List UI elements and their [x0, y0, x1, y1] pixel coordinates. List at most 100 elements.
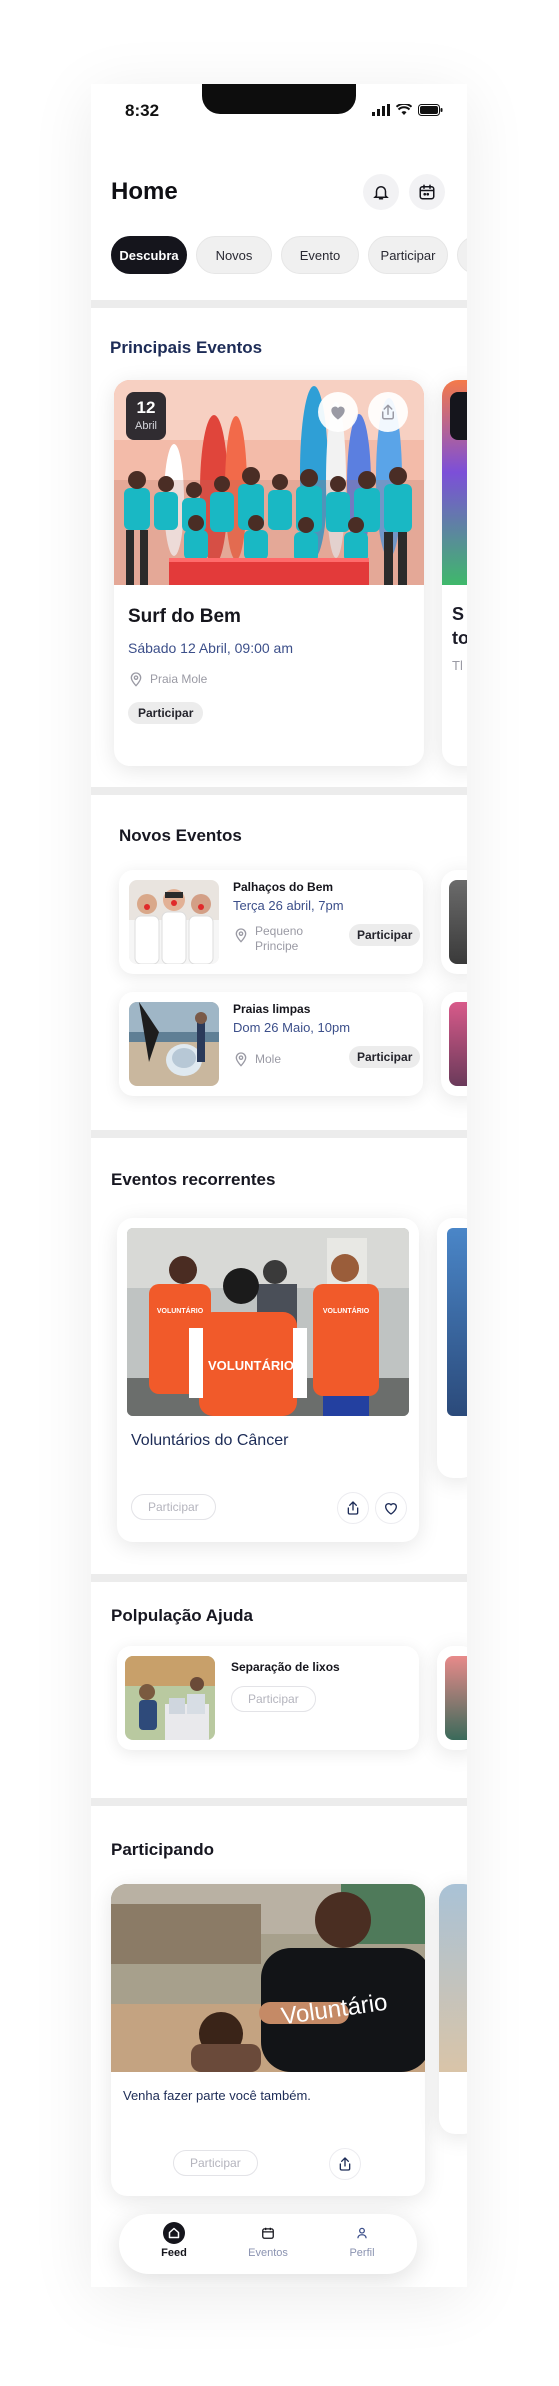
chip-evento[interactable]: Evento: [281, 236, 359, 274]
event-image-participando: Voluntário: [111, 1884, 425, 2072]
list-item-title: Separação de lixos: [231, 1660, 340, 1674]
event-image-surf: 12 Abril: [114, 380, 424, 585]
home-icon: [163, 2222, 185, 2244]
section-title-novos: Novos Eventos: [119, 826, 242, 845]
list-item-title: Praias limpas: [233, 1002, 311, 1016]
section-title-participando: Participando: [111, 1840, 214, 1859]
section-title-populacao: Polpulação Ajuda: [111, 1606, 254, 1625]
share-icon: [339, 2157, 351, 2171]
divider: [91, 1798, 467, 1806]
date-day: 12: [136, 398, 156, 417]
share-button[interactable]: [368, 392, 408, 432]
participar-button[interactable]: Participar: [131, 1494, 216, 1520]
chip-novos[interactable]: Novos: [196, 236, 272, 274]
heart-outline-icon: [384, 1503, 398, 1515]
list-item-peek[interactable]: [441, 992, 467, 1096]
clowns-illustration: [129, 880, 219, 964]
notifications-button[interactable]: [363, 174, 399, 210]
nav-perfil[interactable]: Perfil: [327, 2222, 397, 2259]
location-pin-icon: [235, 928, 247, 943]
participar-button[interactable]: Participar: [349, 924, 421, 946]
peek-image: [439, 1884, 467, 2072]
calendar-icon: [419, 184, 435, 200]
list-item-palhacos[interactable]: Palhaços do Bem Terça 26 abril, 7pm Pequ…: [119, 870, 423, 974]
share-button[interactable]: [337, 1492, 369, 1524]
nav-feed-label: Feed: [161, 2247, 187, 2259]
event-card-participando[interactable]: Voluntário Venha fazer parte você também…: [111, 1884, 425, 2196]
recycling-illustration: [125, 1656, 215, 1740]
nav-eventos[interactable]: Eventos: [233, 2222, 303, 2259]
event-title: Voluntários do Câncer: [131, 1432, 289, 1449]
vest-text-right: VOLUNTÁRIO: [322, 1308, 370, 1315]
filter-chips: Descubra Novos Evento Participar: [111, 236, 467, 274]
participar-button[interactable]: Participar: [128, 702, 204, 724]
signal-icon: [372, 104, 390, 116]
event-location: Praia Mole: [128, 670, 207, 688]
phone-screen: 8:32 Home Descubra Novos Evento Particip…: [91, 84, 467, 2287]
peek-date-badge: [450, 392, 467, 440]
thumb-palhacos: [129, 880, 219, 964]
beach-cleanup-illustration: [129, 1002, 219, 1086]
event-card-voluntarios[interactable]: VOLUNTÁRIO VOLUNTÁRIO VOLUNTÁRIO Voluntá…: [117, 1218, 419, 1542]
share-icon: [347, 1501, 359, 1515]
event-card-surf[interactable]: 12 Abril Surf do Bem Sábado 12 Abril, 09…: [114, 380, 424, 766]
event-card-peek[interactable]: [439, 1884, 467, 2134]
section-title-recorrentes: Eventos recorrentes: [111, 1170, 276, 1189]
bell-icon: [373, 186, 389, 200]
thumb-praias: [129, 1002, 219, 1086]
chip-participar[interactable]: Participar: [368, 236, 448, 274]
bottom-nav: Feed Eventos Perfil: [119, 2214, 417, 2274]
date-month: Abril: [134, 420, 157, 432]
peek-thumb: [449, 1002, 467, 1086]
event-card-peek[interactable]: S to Tl: [442, 380, 467, 766]
divider: [91, 1130, 467, 1138]
event-title: Surf do Bem: [128, 606, 241, 627]
divider: [91, 787, 467, 795]
nav-eventos-label: Eventos: [248, 2247, 288, 2259]
heart-icon: [331, 406, 345, 420]
wifi-icon: [396, 104, 412, 115]
list-item-peek[interactable]: [441, 870, 467, 974]
chip-more[interactable]: [457, 236, 467, 274]
date-badge: 12 Abril: [126, 392, 166, 440]
location-pin-icon: [235, 1052, 247, 1067]
nav-perfil-label: Perfil: [349, 2247, 375, 2259]
list-item-location: Pequeno Principe: [255, 924, 303, 954]
share-icon: [382, 404, 394, 420]
section-title-principais: Principais Eventos: [110, 338, 263, 357]
volunteers-illustration: [127, 1228, 409, 1416]
chip-descubra[interactable]: Descubra: [111, 236, 187, 274]
calendar-button[interactable]: [409, 174, 445, 210]
favorite-button[interactable]: [375, 1492, 407, 1524]
list-item-location-line2: Principe: [255, 939, 299, 953]
list-item-location: Mole: [255, 1052, 282, 1066]
list-item-date: Dom 26 Maio, 10pm: [233, 1020, 351, 1035]
event-caption: Venha fazer parte você também.: [123, 2088, 311, 2103]
peek-thumb: [449, 880, 467, 964]
list-item-date: Terça 26 abril, 7pm: [233, 898, 344, 913]
volunteer-hug-illustration: [111, 1884, 425, 2072]
status-time: 8:32: [125, 101, 160, 120]
user-icon: [351, 2222, 373, 2244]
list-item-separacao[interactable]: Separação de lixos Participar: [117, 1646, 419, 1750]
peek-title-b: to: [452, 628, 467, 648]
page-title: Home: [111, 178, 178, 205]
participar-button[interactable]: Participar: [231, 1686, 316, 1712]
share-button[interactable]: [329, 2148, 361, 2180]
list-item-peek[interactable]: [437, 1646, 467, 1750]
divider: [91, 1574, 467, 1582]
list-item-praias[interactable]: Praias limpas Dom 26 Maio, 10pm Mole Par…: [119, 992, 423, 1096]
nav-feed[interactable]: Feed: [139, 2222, 209, 2259]
favorite-button[interactable]: [318, 392, 358, 432]
vest-text-left: VOLUNTÁRIO: [156, 1308, 204, 1315]
battery-icon: [418, 104, 443, 116]
calendar-icon: [257, 2222, 279, 2244]
event-date: Sábado 12 Abril, 09:00 am: [128, 640, 294, 656]
peek-thumb: [445, 1656, 467, 1740]
event-card-peek[interactable]: [437, 1218, 467, 1478]
status-icons: [372, 104, 443, 116]
participar-button[interactable]: Participar: [173, 2150, 258, 2176]
event-image-voluntarios: VOLUNTÁRIO VOLUNTÁRIO VOLUNTÁRIO: [127, 1228, 409, 1416]
thumb-separacao: [125, 1656, 215, 1740]
participar-button[interactable]: Participar: [349, 1046, 421, 1068]
